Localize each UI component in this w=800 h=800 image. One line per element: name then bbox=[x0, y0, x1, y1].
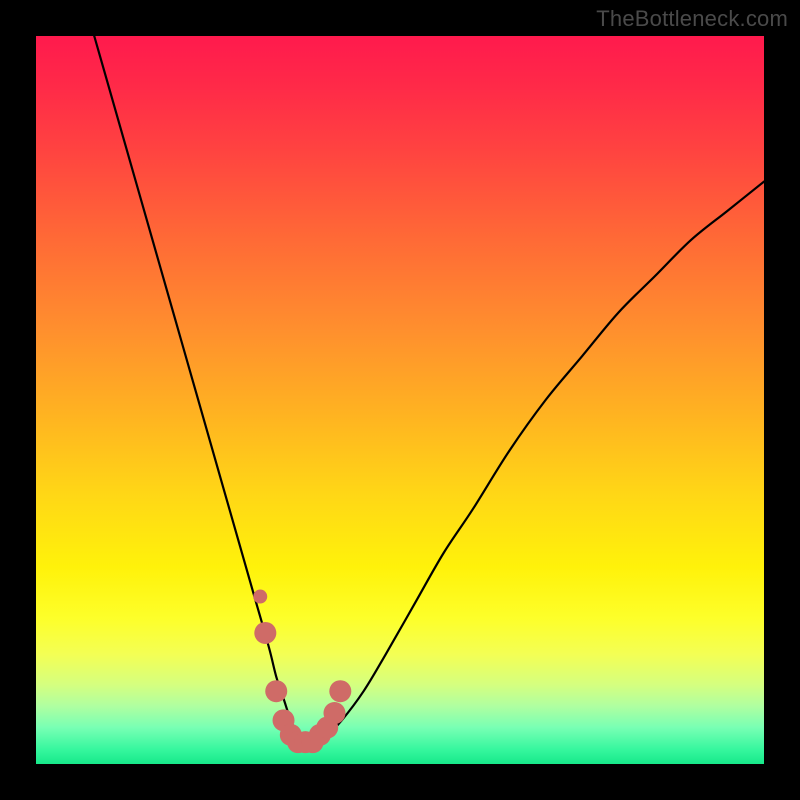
highlight-dot bbox=[253, 590, 267, 604]
highlight-dot bbox=[329, 680, 351, 702]
highlight-dot bbox=[265, 680, 287, 702]
highlight-dots bbox=[253, 590, 351, 754]
highlight-dot bbox=[323, 702, 345, 724]
bottleneck-curve bbox=[94, 36, 764, 743]
chart-plot-area bbox=[36, 36, 764, 764]
watermark-text: TheBottleneck.com bbox=[596, 6, 788, 32]
chart-frame: TheBottleneck.com bbox=[0, 0, 800, 800]
highlight-dot bbox=[254, 622, 276, 644]
chart-svg bbox=[36, 36, 764, 764]
